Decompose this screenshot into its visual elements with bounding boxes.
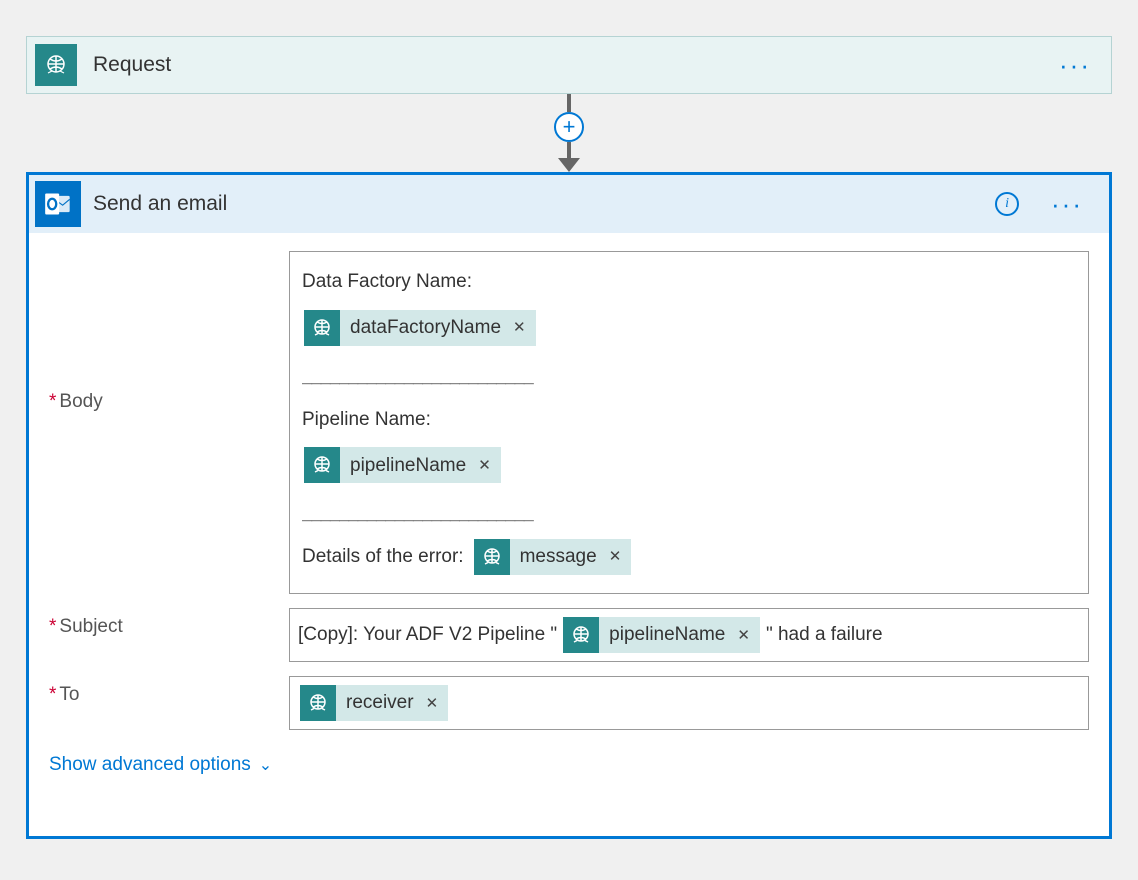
- body-label: *Body: [49, 251, 289, 413]
- subject-input[interactable]: [Copy]: Your ADF V2 Pipeline " pipelineN…: [289, 608, 1089, 662]
- connector: +: [26, 94, 1112, 172]
- request-title: Request: [85, 53, 1039, 77]
- to-input[interactable]: receiver ✕: [289, 676, 1089, 730]
- chevron-down-icon: ⌄: [259, 755, 272, 775]
- body-text-line2: Pipeline Name:: [302, 400, 1076, 440]
- info-icon[interactable]: i: [995, 192, 1019, 216]
- remove-token-icon[interactable]: ✕: [733, 626, 760, 644]
- request-globe-icon: [35, 44, 77, 86]
- to-field-row: *To receiver ✕: [49, 676, 1089, 730]
- outlook-icon: [35, 181, 81, 227]
- token-pipelinename[interactable]: pipelineName ✕: [304, 447, 501, 483]
- remove-token-icon[interactable]: ✕: [422, 694, 449, 712]
- globe-icon: [300, 685, 336, 721]
- body-text-line3: Details of the error:: [302, 537, 464, 577]
- body-input[interactable]: Data Factory Name: dataFactoryName ✕ ___…: [289, 251, 1089, 594]
- globe-icon: [304, 447, 340, 483]
- globe-icon: [474, 539, 510, 575]
- subject-label: *Subject: [49, 608, 289, 638]
- show-advanced-link[interactable]: Show advanced options ⌄: [49, 754, 272, 776]
- token-datafactoryname[interactable]: dataFactoryName ✕: [304, 310, 536, 346]
- token-message[interactable]: message ✕: [474, 539, 632, 575]
- token-receiver[interactable]: receiver ✕: [300, 685, 448, 721]
- body-text-line1: Data Factory Name:: [302, 262, 1076, 302]
- body-field-row: *Body Data Factory Name: dataFactoryName…: [49, 251, 1089, 594]
- request-action-header[interactable]: Request ···: [26, 36, 1112, 94]
- to-label: *To: [49, 676, 289, 706]
- send-email-title: Send an email: [81, 192, 995, 216]
- send-email-action: Send an email i ··· *Body Data Factory N…: [26, 172, 1112, 839]
- remove-token-icon[interactable]: ✕: [474, 450, 501, 482]
- remove-token-icon[interactable]: ✕: [605, 541, 632, 573]
- add-step-button[interactable]: +: [554, 112, 584, 142]
- globe-icon: [563, 617, 599, 653]
- globe-icon: [304, 310, 340, 346]
- send-email-header[interactable]: Send an email i ···: [29, 175, 1109, 233]
- email-more-icon[interactable]: ···: [1031, 199, 1103, 209]
- request-more-icon[interactable]: ···: [1039, 60, 1111, 70]
- remove-token-icon[interactable]: ✕: [509, 312, 536, 344]
- token-pipelinename-subject[interactable]: pipelineName ✕: [563, 617, 760, 653]
- subject-field-row: *Subject [Copy]: Your ADF V2 Pipeline " …: [49, 608, 1089, 662]
